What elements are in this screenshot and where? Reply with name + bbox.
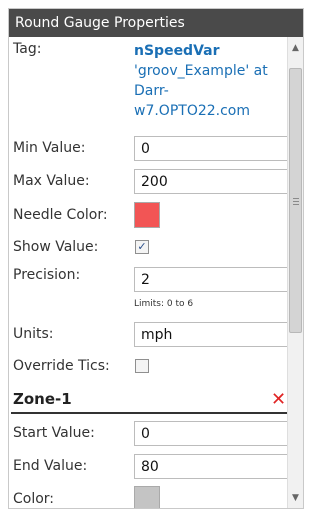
- precision-row: Precision: Limits: 0 to 6: [9, 265, 291, 312]
- min-value-input[interactable]: [134, 136, 291, 161]
- min-value-row: Min Value:: [9, 136, 291, 163]
- zone-1-header: Zone-1 ✕: [9, 390, 291, 414]
- tag-name: nSpeedVar: [134, 43, 220, 59]
- units-row: Units:: [9, 322, 291, 349]
- zone-1-start-row: Start Value:: [9, 421, 291, 448]
- grip-line: [293, 198, 299, 199]
- scroll-up-icon[interactable]: ▲: [288, 41, 303, 56]
- tag-source-line-1: 'groov_Example' at: [134, 63, 268, 79]
- zone-1-end-label: End Value:: [13, 458, 88, 474]
- tag-source-line-2: Darr-: [134, 83, 169, 99]
- override-tics-checkbox[interactable]: [135, 359, 149, 373]
- zone-1-start-input[interactable]: [134, 421, 291, 446]
- override-tics-label: Override Tics:: [13, 358, 110, 374]
- needle-color-row: Needle Color:: [9, 202, 289, 230]
- max-value-row: Max Value:: [9, 169, 291, 196]
- precision-input[interactable]: [134, 267, 291, 292]
- panel-title: Round Gauge Properties: [9, 9, 303, 37]
- zone-1-start-label: Start Value:: [13, 425, 95, 441]
- zone-1-end-row: End Value:: [9, 454, 291, 481]
- tag-row: Tag: nSpeedVar 'groov_Example' at Darr- …: [9, 41, 289, 133]
- units-label: Units:: [13, 326, 54, 342]
- min-value-label: Min Value:: [13, 140, 86, 156]
- units-input[interactable]: [134, 322, 291, 347]
- tag-source-line-3: w7.OPTO22.com: [134, 103, 251, 119]
- checkmark-icon: ✓: [137, 240, 147, 253]
- zone-1-end-input[interactable]: [134, 454, 291, 479]
- zone-1-color-row: Color:: [9, 486, 289, 508]
- properties-panel: Round Gauge Properties Tag: nSpeedVar 'g…: [8, 8, 304, 509]
- needle-color-label: Needle Color:: [13, 207, 108, 223]
- grip-line: [293, 201, 299, 202]
- show-value-label: Show Value:: [13, 239, 99, 255]
- override-tics-row: Override Tics:: [9, 356, 289, 378]
- delete-zone-icon[interactable]: ✕: [271, 391, 286, 409]
- scroll-down-icon[interactable]: ▼: [288, 491, 303, 506]
- needle-color-swatch[interactable]: [134, 202, 160, 228]
- zone-divider: [11, 412, 291, 414]
- zone-1-color-label: Color:: [13, 491, 55, 507]
- tag-value[interactable]: nSpeedVar 'groov_Example' at Darr- w7.OP…: [134, 41, 289, 121]
- scroll-thumb[interactable]: [289, 68, 302, 333]
- vertical-scrollbar[interactable]: ▲ ▼: [287, 37, 303, 508]
- precision-limits-hint: Limits: 0 to 6: [134, 299, 194, 309]
- properties-content: Tag: nSpeedVar 'groov_Example' at Darr- …: [9, 37, 303, 508]
- max-value-input[interactable]: [134, 169, 291, 194]
- precision-label: Precision:: [13, 267, 81, 283]
- zone-1-color-swatch[interactable]: [134, 486, 160, 508]
- zone-1-title: Zone-1: [13, 390, 72, 408]
- tag-label: Tag:: [13, 41, 42, 57]
- show-value-row: Show Value: ✓: [9, 237, 289, 259]
- grip-line: [293, 204, 299, 205]
- max-value-label: Max Value:: [13, 173, 90, 189]
- show-value-checkbox[interactable]: ✓: [135, 240, 149, 254]
